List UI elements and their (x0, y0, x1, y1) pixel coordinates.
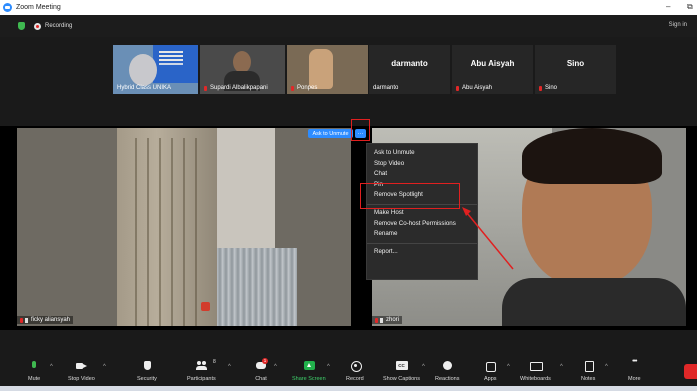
ask-to-unmute-button[interactable]: Ask to Unmute (308, 129, 353, 138)
audio-options-caret[interactable]: ^ (50, 364, 53, 370)
menu-item-remove-cohost[interactable]: Remove Co-host Permissions (367, 219, 477, 230)
participants-button[interactable]: Participants (187, 358, 216, 387)
notes-icon (582, 361, 595, 372)
video-name-tag-left: ficky aliansyah (17, 316, 74, 324)
whiteboards-options-caret[interactable]: ^ (560, 364, 563, 370)
share-screen-icon (303, 361, 315, 371)
zoom-logo-icon (3, 3, 12, 12)
muted-mic-icon (456, 85, 459, 91)
record-icon (349, 361, 362, 372)
video-content (201, 302, 210, 311)
spotlight-pin-icon (380, 317, 383, 323)
record-button[interactable]: Record (346, 358, 364, 387)
thumbnail-tile[interactable]: Sino Sino (535, 45, 616, 94)
microphone-icon (28, 361, 40, 371)
participant-video (129, 54, 157, 86)
video-camera-icon (75, 361, 88, 371)
muted-mic-icon (375, 317, 378, 323)
reactions-icon (441, 361, 453, 371)
apps-icon (484, 361, 497, 372)
video-content (135, 138, 207, 326)
share-options-caret[interactable]: ^ (327, 364, 330, 370)
thumbnail-name: darmanto (373, 85, 399, 91)
participants-count: 8 (213, 359, 216, 365)
menu-item-make-host[interactable]: Make Host (367, 208, 477, 219)
recording-icon (34, 22, 41, 30)
thumbnail-name: Ponpes (291, 85, 317, 91)
participants-icon (195, 361, 208, 371)
muted-mic-icon (291, 85, 294, 91)
video-options-caret[interactable]: ^ (103, 364, 106, 370)
menu-item-rename[interactable]: Rename (367, 229, 477, 240)
thumbnail-tile[interactable]: Hybrid Class UNIKA (113, 45, 198, 94)
menu-item-report[interactable]: Report... (367, 247, 477, 258)
more-button[interactable]: More (628, 358, 641, 387)
menu-item-ask-to-unmute[interactable]: Ask to Unmute (367, 148, 477, 159)
video-stage (0, 126, 697, 330)
video-name-tag-right: zhori (372, 316, 403, 324)
title-bar: Zoom Meeting – ⧉ (0, 0, 697, 15)
reactions-button[interactable]: Reactions (435, 358, 459, 387)
shared-slide-image (153, 45, 198, 83)
thumbnail-tile[interactable]: Abu Aisyah Abu Aisyah (452, 45, 533, 94)
participant-display-name: darmanto (391, 59, 428, 68)
recording-label: Recording (45, 23, 73, 29)
annotation-highlight-box (351, 119, 370, 141)
chat-bubble-icon: 1 (255, 358, 268, 371)
thumbnail-name: Supardi Albalikpapani (204, 85, 268, 91)
thumbnail-name: Abu Aisyah (456, 85, 492, 91)
participant-display-name: Sino (566, 59, 585, 68)
participants-options-caret[interactable]: ^ (228, 364, 231, 370)
security-button[interactable]: Security (137, 358, 157, 387)
more-dots-icon (628, 358, 640, 371)
apps-button[interactable]: Apps (484, 358, 497, 387)
thumbnail-name: Sino (539, 85, 557, 91)
notes-button[interactable]: Notes (581, 358, 595, 387)
menu-divider (367, 242, 477, 244)
chat-button[interactable]: 1 Chat (255, 358, 268, 387)
muted-mic-icon (539, 85, 542, 91)
video-content (502, 278, 686, 326)
show-captions-button[interactable]: Show Captions (383, 358, 420, 387)
thumbnail-tile[interactable]: Supardi Albalikpapani (200, 45, 285, 94)
encryption-shield-icon[interactable] (18, 22, 25, 30)
captions-options-caret[interactable]: ^ (422, 364, 425, 370)
thumbnail-name: Hybrid Class UNIKA (117, 85, 172, 91)
leave-button[interactable] (684, 364, 697, 379)
thumbnail-tile[interactable]: Ponpes (287, 45, 368, 94)
video-content (522, 128, 662, 184)
restore-button[interactable]: ⧉ (687, 2, 693, 12)
minimize-button[interactable]: – (666, 2, 670, 11)
muted-mic-icon (20, 317, 23, 323)
menu-item-stop-video[interactable]: Stop Video (367, 159, 477, 170)
window-title: Zoom Meeting (16, 4, 61, 11)
os-taskbar (0, 386, 697, 391)
video-content (217, 248, 297, 326)
participant-video (309, 49, 333, 89)
shield-icon (141, 361, 153, 371)
captions-icon (395, 361, 408, 371)
spotlight-video-left[interactable] (17, 128, 351, 326)
participant-context-menu: Ask to Unmute Stop Video Chat Pin Remove… (366, 143, 478, 280)
meeting-status-bar: Recording (0, 15, 697, 37)
menu-item-chat[interactable]: Chat (367, 169, 477, 180)
notes-options-caret[interactable]: ^ (605, 364, 608, 370)
mute-button[interactable]: Mute (28, 358, 40, 387)
participant-video (233, 51, 251, 73)
whiteboards-button[interactable]: Whiteboards (520, 358, 551, 387)
spotlight-pin-icon (25, 317, 28, 323)
thumbnail-tile[interactable]: darmanto darmanto (369, 45, 450, 94)
annotation-highlight-box (360, 183, 460, 209)
share-screen-button[interactable]: Share Screen (292, 358, 326, 387)
sign-in-link[interactable]: Sign in (669, 22, 687, 28)
participant-display-name: Abu Aisyah (470, 59, 515, 68)
chat-unread-badge: 1 (262, 358, 268, 364)
video-content (217, 128, 275, 248)
whiteboard-icon (529, 361, 544, 371)
chat-options-caret[interactable]: ^ (274, 364, 277, 370)
stop-video-button[interactable]: Stop Video (68, 358, 95, 387)
muted-mic-icon (204, 85, 207, 91)
apps-options-caret[interactable]: ^ (507, 364, 510, 370)
